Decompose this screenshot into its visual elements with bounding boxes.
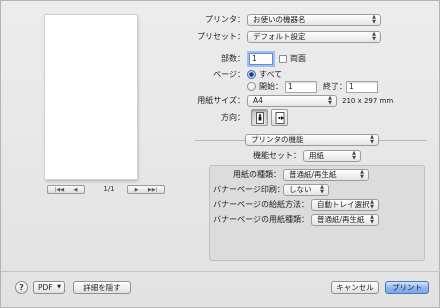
popup-arrows-icon: ▲ ▼ xyxy=(360,169,364,180)
next-page-icon[interactable]: ▶ xyxy=(135,187,139,193)
pages-from-field[interactable]: 1 xyxy=(285,81,317,93)
last-page-icon[interactable]: ▶▶| xyxy=(148,187,157,193)
chevron-down-icon: ▼ xyxy=(57,284,61,290)
preview-back-buttons[interactable]: |◀◀ ◀ xyxy=(47,185,85,194)
printer-popup[interactable]: お使いの機器名 ▲ ▼ xyxy=(247,14,381,26)
paper-size-label: 用紙サイズ： xyxy=(197,96,245,105)
paper-size-value: A4 xyxy=(253,96,263,105)
pages-label: ページ： xyxy=(213,70,245,79)
section-popup[interactable]: プリンタの機能 ▲ ▼ xyxy=(245,134,379,146)
feature-set-popup[interactable]: 用紙 ▲ ▼ xyxy=(303,150,361,162)
printer-label: プリンタ： xyxy=(205,15,245,24)
landscape-button[interactable] xyxy=(271,109,288,126)
page-count: 1/1 xyxy=(103,185,115,193)
banner-print-popup[interactable]: しない ▲ ▼ xyxy=(283,184,329,196)
paper-size-popup[interactable]: A4 ▲ ▼ xyxy=(247,95,337,107)
cancel-button[interactable]: キャンセル xyxy=(331,281,379,294)
popup-arrows-icon: ▲ ▼ xyxy=(370,214,374,225)
feature-set-value: 用紙 xyxy=(309,151,324,160)
presets-label: プリセット： xyxy=(197,32,245,41)
popup-arrows-icon: ▲ ▼ xyxy=(320,184,324,195)
pages-to-field[interactable]: 1 xyxy=(346,81,378,93)
popup-arrows-icon: ▲ ▼ xyxy=(370,134,374,145)
popup-arrows-icon: ▲ ▼ xyxy=(352,150,356,161)
preview-forward-buttons[interactable]: ▶ ▶▶| xyxy=(127,185,165,194)
banner-source-value: 自動トレイ選択 xyxy=(317,200,370,209)
pages-to-label: 終了： xyxy=(323,82,347,91)
orientation-label: 方向： xyxy=(221,113,245,122)
print-dialog: |◀◀ ◀ 1/1 ▶ ▶▶| プリンタ： お使いの機器名 ▲ ▼ プリセット： … xyxy=(0,0,440,308)
pages-all-label: すべて xyxy=(259,70,283,79)
footer-divider xyxy=(1,271,440,272)
print-button[interactable]: プリント xyxy=(385,281,429,294)
first-page-icon[interactable]: |◀◀ xyxy=(55,187,64,193)
banner-source-label: バナーページの給紙方法： xyxy=(213,200,309,209)
banner-paper-type-label: バナーページの用紙種類： xyxy=(213,215,309,224)
paper-type-label: 用紙の種類： xyxy=(233,170,281,179)
banner-print-label: バナーページ印刷： xyxy=(213,185,285,194)
popup-arrows-icon: ▲ ▼ xyxy=(328,95,332,106)
pages-from-label: 開始： xyxy=(259,82,283,91)
banner-print-value: しない xyxy=(289,185,312,194)
section-value: プリンタの機能 xyxy=(251,135,304,144)
portrait-button[interactable] xyxy=(251,109,268,126)
popup-arrows-icon: ▲ ▼ xyxy=(372,31,376,42)
landscape-orientation-icon xyxy=(275,111,284,124)
paper-type-value: 普通紙/再生紙 xyxy=(289,170,337,179)
pages-all-radio[interactable] xyxy=(247,70,256,79)
paper-dimensions: 210 x 297 mm xyxy=(342,97,394,105)
duplex-checkbox[interactable] xyxy=(279,55,287,63)
copies-label: 部数： xyxy=(221,54,245,63)
banner-paper-type-popup[interactable]: 普通紙/再生紙 ▲ ▼ xyxy=(311,214,379,226)
page-preview xyxy=(45,15,137,179)
feature-set-label: 機能セット： xyxy=(253,151,301,160)
popup-arrows-icon: ▲ ▼ xyxy=(370,199,374,210)
pdf-label: PDF xyxy=(38,283,53,292)
banner-paper-type-value: 普通紙/再生紙 xyxy=(317,215,365,224)
previous-page-icon[interactable]: ◀ xyxy=(73,187,77,193)
copies-field[interactable]: 1 xyxy=(249,53,273,65)
banner-source-popup[interactable]: 自動トレイ選択 ▲ ▼ xyxy=(311,199,379,211)
portrait-orientation-icon xyxy=(255,111,264,124)
pages-range-radio[interactable] xyxy=(247,82,256,91)
pdf-button[interactable]: PDF ▼ xyxy=(33,281,65,294)
help-button[interactable]: ? xyxy=(15,281,28,294)
hide-details-button[interactable]: 詳細を隠す xyxy=(73,281,131,294)
paper-type-popup[interactable]: 普通紙/再生紙 ▲ ▼ xyxy=(283,169,369,181)
popup-arrows-icon: ▲ ▼ xyxy=(372,14,376,25)
presets-value: デフォルト設定 xyxy=(253,32,306,41)
printer-value: お使いの機器名 xyxy=(253,15,306,24)
duplex-label: 両面 xyxy=(290,54,306,63)
presets-popup[interactable]: デフォルト設定 ▲ ▼ xyxy=(247,31,381,43)
